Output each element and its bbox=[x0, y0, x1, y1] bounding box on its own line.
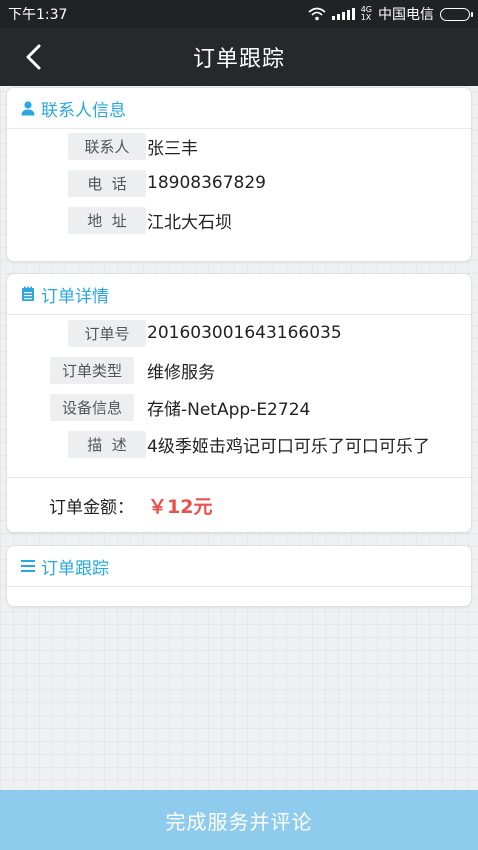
order-card-header: 订单详情 bbox=[7, 274, 471, 315]
contact-card-header: 联系人信息 bbox=[7, 88, 471, 129]
description-label: 描 述 bbox=[68, 430, 146, 458]
tracking-card: 订单跟踪 bbox=[6, 545, 472, 607]
status-time: 下午1:37 bbox=[8, 7, 68, 23]
person-icon bbox=[21, 101, 35, 116]
order-type-value: 维修服务 bbox=[147, 362, 215, 383]
order-amount-label: 订单金额： bbox=[49, 498, 134, 518]
contact-value: 张三丰 bbox=[147, 138, 198, 159]
phone-value: 18908367829 bbox=[147, 173, 266, 193]
status-right: 4G 1X 中国电信 bbox=[308, 4, 473, 24]
nav-bar: 订单跟踪 bbox=[0, 28, 478, 86]
page-title: 订单跟踪 bbox=[192, 47, 285, 72]
address-value: 江北大石坝 bbox=[147, 212, 232, 233]
description-value: 4级季姬击鸡记可口可乐了可口可乐了 bbox=[147, 436, 430, 457]
status-bar: 下午1:37 4G 1X 中国电信 bbox=[0, 0, 478, 28]
device-info-value: 存储-NetApp-E2724 bbox=[147, 399, 311, 420]
contact-label: 联系人 bbox=[68, 132, 146, 160]
order-number-label: 订单号 bbox=[68, 319, 146, 347]
tracking-card-header: 订单跟踪 bbox=[7, 546, 471, 587]
order-amount-value: ￥12元 bbox=[148, 496, 213, 518]
wifi-icon bbox=[308, 7, 326, 21]
contact-card-title: 联系人信息 bbox=[41, 100, 126, 121]
carrier-name: 中国电信 bbox=[378, 7, 434, 23]
tracking-card-title: 订单跟踪 bbox=[41, 558, 109, 579]
amount-divider bbox=[7, 477, 471, 478]
phone-label: 电 话 bbox=[68, 169, 146, 197]
battery-icon bbox=[440, 7, 473, 21]
device-info-label: 设备信息 bbox=[50, 393, 134, 421]
signal-icon bbox=[331, 8, 355, 20]
network-type: 4G 1X bbox=[360, 5, 372, 22]
order-type-label: 订单类型 bbox=[50, 356, 134, 384]
contact-card: 联系人信息 联系人 张三丰 电 话 18908367829 地 址 江北大石坝 bbox=[6, 87, 472, 262]
order-detail-card: 订单详情 订单号 201603001643166035 订单类型 维修服务 设备… bbox=[6, 273, 472, 533]
order-card-title: 订单详情 bbox=[41, 286, 109, 307]
complete-service-button[interactable]: 完成服务并评论 bbox=[0, 790, 478, 850]
back-arrow-icon[interactable] bbox=[20, 42, 50, 72]
address-label: 地 址 bbox=[68, 206, 146, 234]
notepad-icon bbox=[22, 286, 34, 301]
list-icon bbox=[21, 560, 35, 572]
order-number-value: 201603001643166035 bbox=[147, 323, 342, 343]
